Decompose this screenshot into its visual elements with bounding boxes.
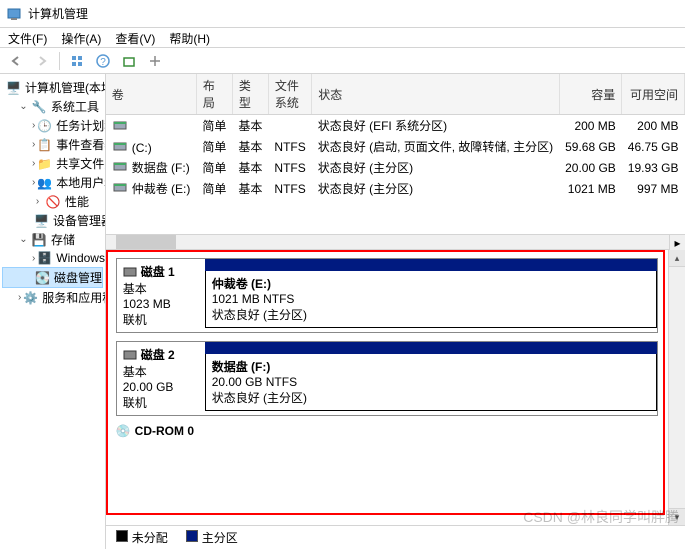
disk-row[interactable]: 磁盘 2基本20.00 GB联机数据盘 (F:)20.00 GB NTFS状态良… (116, 341, 658, 416)
disk-icon (123, 266, 137, 278)
device-icon: 🖥️ (34, 213, 49, 229)
storage-icon: 💾 (31, 232, 47, 248)
v-scrollbar[interactable]: ▴ ▾ (668, 250, 685, 525)
svg-text:?: ? (100, 57, 106, 68)
scroll-right-icon[interactable]: ▸ (669, 235, 685, 251)
volume-icon (112, 118, 128, 132)
col-volume[interactable]: 卷 (106, 74, 197, 115)
tree-root[interactable]: 🖥️计算机管理(本地) (2, 78, 103, 97)
help-button[interactable]: ? (91, 50, 115, 72)
h-scrollbar[interactable]: ▸ (106, 234, 685, 250)
collapse-icon[interactable]: ⌄ (18, 234, 29, 245)
disk-partition[interactable]: 数据盘 (F:)20.00 GB NTFS状态良好 (主分区) (205, 342, 657, 415)
app-icon (6, 6, 22, 22)
expand-icon[interactable]: › (32, 139, 35, 150)
perf-icon: 🚫 (45, 194, 61, 210)
menu-view[interactable]: 查看(V) (115, 30, 155, 45)
tree-local-users[interactable]: ›👥本地用户和组 (2, 173, 103, 192)
disk-info: 磁盘 1基本1023 MB联机 (117, 259, 205, 332)
disk-row[interactable]: 磁盘 1基本1023 MB联机仲裁卷 (E:)1021 MB NTFS状态良好 … (116, 258, 658, 333)
expand-icon[interactable]: › (32, 196, 43, 207)
view-button[interactable] (65, 50, 89, 72)
tree-disk-management[interactable]: 💽磁盘管理 (2, 267, 103, 288)
disk-icon: 💽 (35, 270, 50, 286)
backup-icon: 🗄️ (37, 250, 52, 266)
cdrom-icon: 💿 (116, 424, 131, 438)
wrench-icon: 🔧 (31, 99, 47, 115)
table-row[interactable]: 简单基本状态良好 (EFI 系统分区)200 MB200 MB (106, 115, 685, 137)
toolbar: ? (0, 48, 685, 74)
volume-icon (112, 180, 128, 194)
tree-storage[interactable]: ⌄💾存储 (2, 230, 103, 249)
menu-file[interactable]: 文件(F) (8, 30, 47, 45)
disk-graphical: 磁盘 1基本1023 MB联机仲裁卷 (E:)1021 MB NTFS状态良好 … (106, 250, 668, 525)
menu-help[interactable]: 帮助(H) (169, 30, 210, 45)
col-layout[interactable]: 布局 (196, 74, 232, 115)
expand-icon[interactable]: › (32, 158, 35, 169)
tree-system-tools[interactable]: ⌄🔧系统工具 (2, 97, 103, 116)
volume-icon (112, 139, 128, 153)
col-fs[interactable]: 文件系统 (268, 74, 311, 115)
title: 计算机管理 (28, 5, 88, 22)
action-button[interactable] (143, 50, 167, 72)
gear-icon: ⚙️ (23, 290, 38, 306)
event-icon: 📋 (37, 137, 52, 153)
table-row[interactable]: 数据盘 (F:)简单基本NTFS状态良好 (主分区)20.00 GB19.93 … (106, 157, 685, 178)
table-row[interactable]: 仲裁卷 (E:)简单基本NTFS状态良好 (主分区)1021 MB997 MB (106, 178, 685, 199)
expand-icon[interactable]: › (32, 253, 35, 264)
computer-icon: 🖥️ (6, 80, 21, 96)
volume-table: 卷 布局 类型 文件系统 状态 容量 可用空间 简单基本状态良好 (EFI 系统… (106, 74, 685, 234)
tree-services-apps[interactable]: ›⚙️服务和应用程序 (2, 288, 103, 307)
expand-icon[interactable]: › (18, 292, 21, 303)
clock-icon: 🕒 (37, 118, 52, 134)
collapse-icon[interactable]: ⌄ (18, 101, 29, 112)
folder-icon: 📁 (37, 156, 52, 172)
menu-action[interactable]: 操作(A) (61, 30, 101, 45)
refresh-button[interactable] (117, 50, 141, 72)
scroll-up-icon[interactable]: ▴ (669, 250, 685, 267)
legend: 未分配 主分区 (106, 525, 685, 549)
users-icon: 👥 (37, 175, 52, 191)
col-type[interactable]: 类型 (232, 74, 268, 115)
nav-tree: 🖥️计算机管理(本地) ⌄🔧系统工具 ›🕒任务计划程序 ›📋事件查看器 ›📁共享… (0, 74, 106, 549)
cdrom-row[interactable]: 💿 CD-ROM 0 (116, 424, 658, 438)
volume-icon (112, 159, 128, 173)
tree-performance[interactable]: ›🚫性能 (2, 192, 103, 211)
col-status[interactable]: 状态 (312, 74, 559, 115)
legend-primary: 主分区 (186, 529, 238, 546)
tree-device-manager[interactable]: 🖥️设备管理器 (2, 211, 103, 230)
scrollbar-thumb[interactable] (116, 235, 176, 249)
titlebar: 计算机管理 (0, 0, 685, 28)
disk-info: 磁盘 2基本20.00 GB联机 (117, 342, 205, 415)
legend-swatch-blue (186, 530, 198, 542)
scroll-down-icon[interactable]: ▾ (669, 508, 685, 525)
expand-icon[interactable]: › (32, 120, 35, 131)
back-button[interactable] (4, 50, 28, 72)
col-capacity[interactable]: 容量 (559, 74, 622, 115)
disk-partition[interactable]: 仲裁卷 (E:)1021 MB NTFS状态良好 (主分区) (205, 259, 657, 332)
legend-swatch-black (116, 530, 128, 542)
disk-icon (123, 349, 137, 361)
menu-bar: 文件(F) 操作(A) 查看(V) 帮助(H) (0, 28, 685, 48)
col-free[interactable]: 可用空间 (622, 74, 685, 115)
expand-icon[interactable]: › (32, 177, 35, 188)
legend-unallocated: 未分配 (116, 529, 168, 546)
tree-shared-folders[interactable]: ›📁共享文件夹 (2, 154, 103, 173)
tree-task-scheduler[interactable]: ›🕒任务计划程序 (2, 116, 103, 135)
tree-wsb[interactable]: ›🗄️Windows Server Back (2, 249, 103, 267)
tree-event-viewer[interactable]: ›📋事件查看器 (2, 135, 103, 154)
forward-button[interactable] (30, 50, 54, 72)
table-row[interactable]: (C:)简单基本NTFS状态良好 (启动, 页面文件, 故障转储, 主分区)59… (106, 136, 685, 157)
